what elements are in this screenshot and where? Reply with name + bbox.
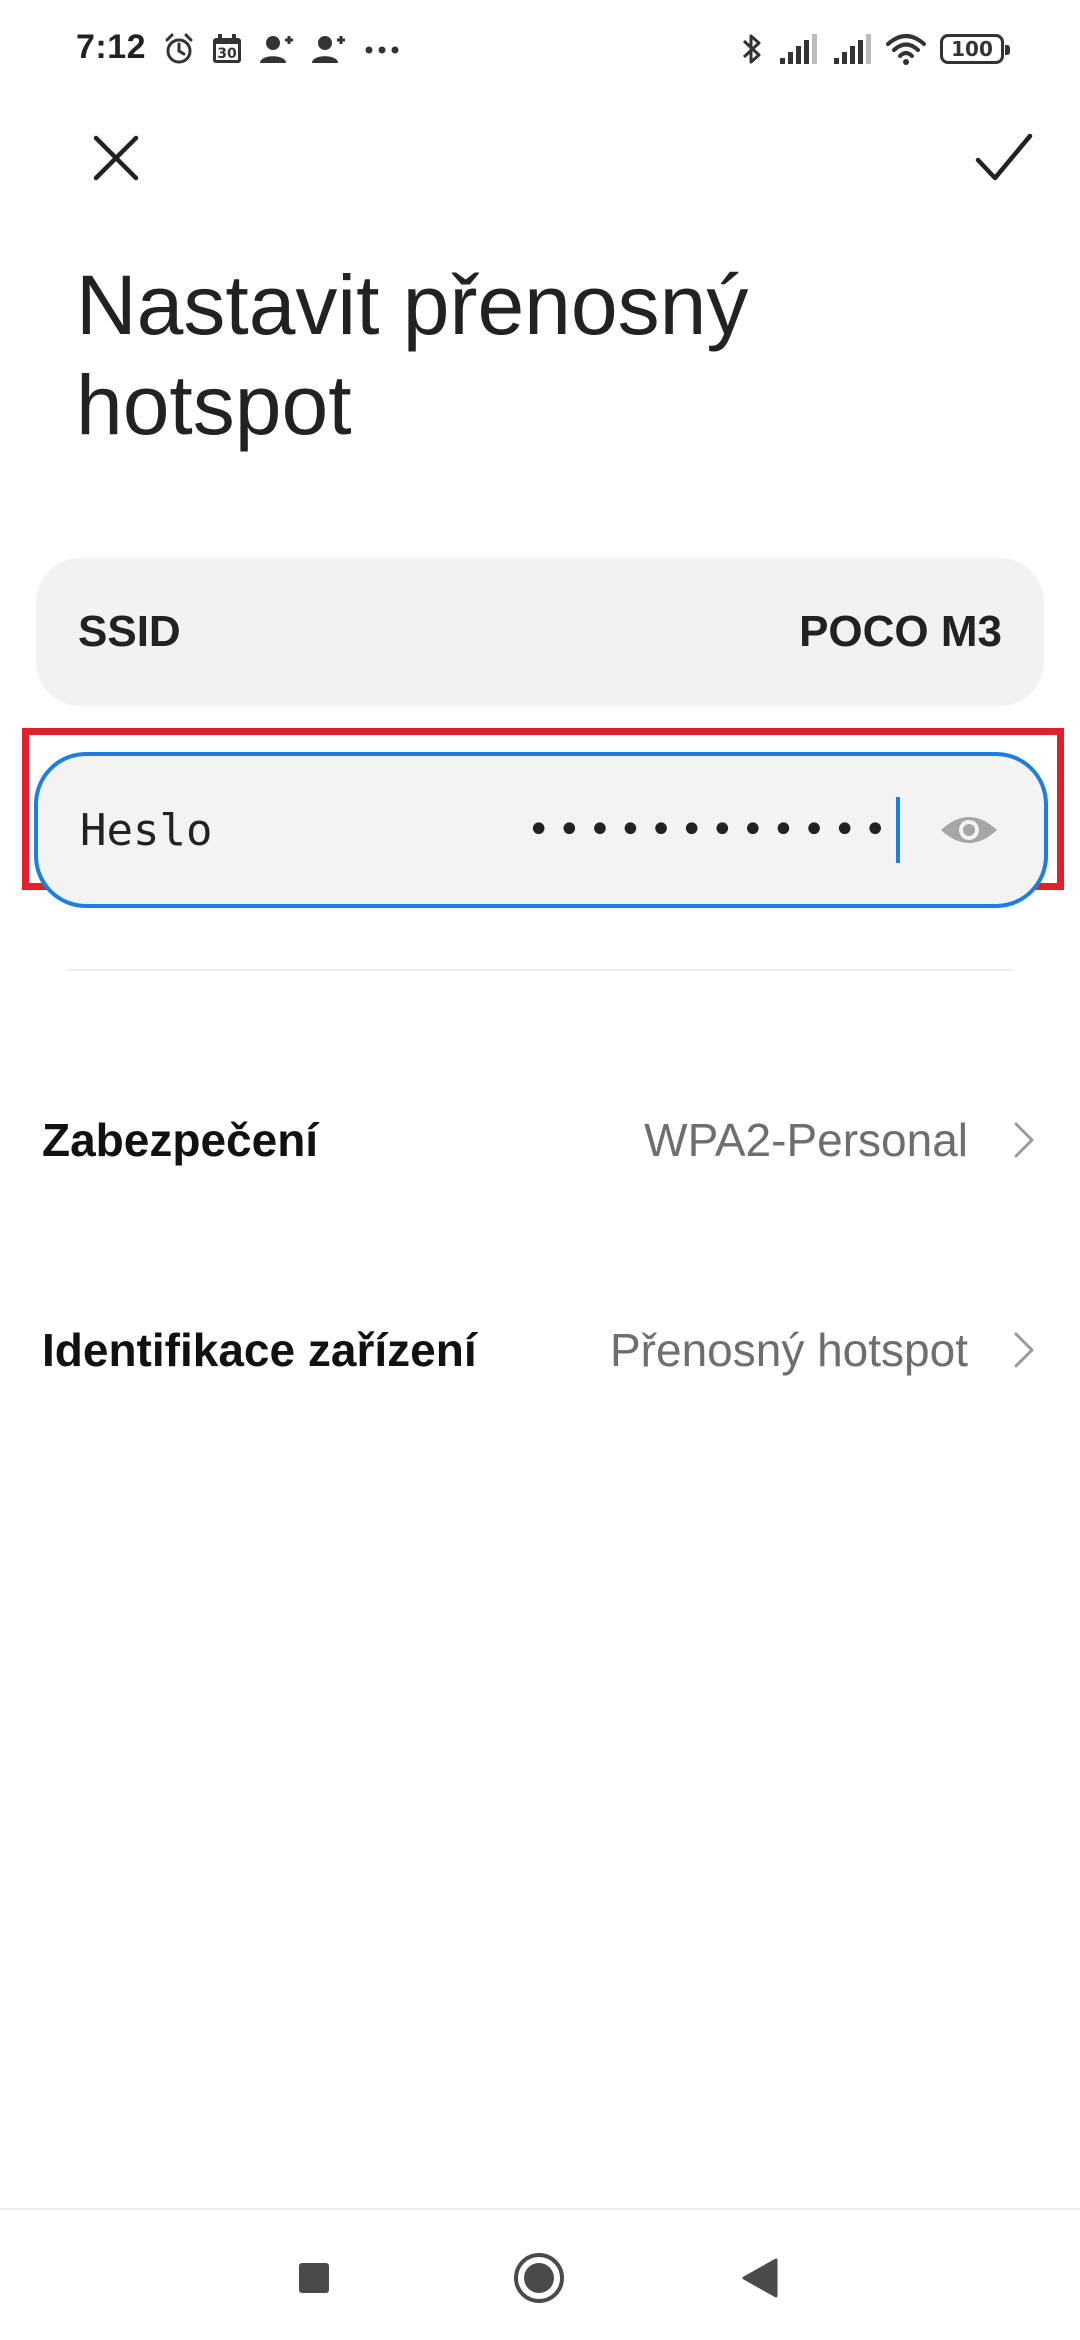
password-label: Heslo <box>80 804 213 856</box>
recents-button[interactable] <box>284 2248 344 2308</box>
navigation-bar <box>0 2208 1080 2340</box>
calendar-icon: 30 <box>210 32 244 66</box>
device-identification-label: Identifikace zařízení <box>42 1324 477 1376</box>
back-button[interactable] <box>730 2248 790 2308</box>
text-cursor <box>896 797 900 863</box>
page-title: Nastavit přenosný hotspot <box>76 258 749 452</box>
recents-square-icon <box>299 2263 329 2293</box>
alarm-icon <box>162 32 196 66</box>
ssid-field[interactable]: SSID POCO M3 <box>36 558 1044 706</box>
ssid-value: POCO M3 <box>799 607 1002 656</box>
security-setting-row[interactable]: Zabezpečení WPA2-Personal <box>0 1080 1080 1200</box>
close-button[interactable] <box>76 118 156 198</box>
bluetooth-icon <box>740 31 764 67</box>
calendar-day: 30 <box>217 46 237 62</box>
status-bar: 7:12 30 100 <box>0 0 1080 100</box>
divider <box>68 969 1012 971</box>
ssid-label: SSID <box>78 607 181 656</box>
battery-icon: 100 <box>940 34 1010 64</box>
confirm-button[interactable] <box>964 118 1044 198</box>
password-masked-value[interactable]: •••••••••••• <box>527 810 894 850</box>
eye-icon <box>941 817 997 843</box>
security-label: Zabezpečení <box>42 1114 319 1166</box>
device-identification-row[interactable]: Identifikace zařízení Přenosný hotspot <box>0 1290 1080 1410</box>
password-field[interactable]: Heslo •••••••••••• <box>34 752 1048 908</box>
signal-icon <box>778 32 818 66</box>
status-system-icons: 100 <box>740 28 1010 70</box>
status-time: 7:12 <box>76 28 147 66</box>
toggle-password-visibility-button[interactable] <box>936 797 1002 863</box>
person-add-icon <box>258 32 296 66</box>
home-button[interactable] <box>509 2248 569 2308</box>
back-triangle-icon <box>742 2258 778 2298</box>
signal-icon <box>832 32 872 66</box>
more-dots-icon <box>362 32 402 66</box>
check-icon <box>975 133 1033 181</box>
battery-level: 100 <box>951 37 993 61</box>
device-identification-value: Přenosný hotspot <box>609 1324 968 1376</box>
close-icon <box>93 135 139 181</box>
chevron-right-icon <box>1004 1116 1044 1164</box>
person-add-icon <box>310 32 348 66</box>
chevron-right-icon <box>1004 1326 1044 1374</box>
security-value: WPA2-Personal <box>644 1114 968 1166</box>
status-notification-icons: 30 <box>162 28 402 70</box>
home-circle-icon <box>514 2253 564 2303</box>
wifi-icon <box>886 32 926 66</box>
